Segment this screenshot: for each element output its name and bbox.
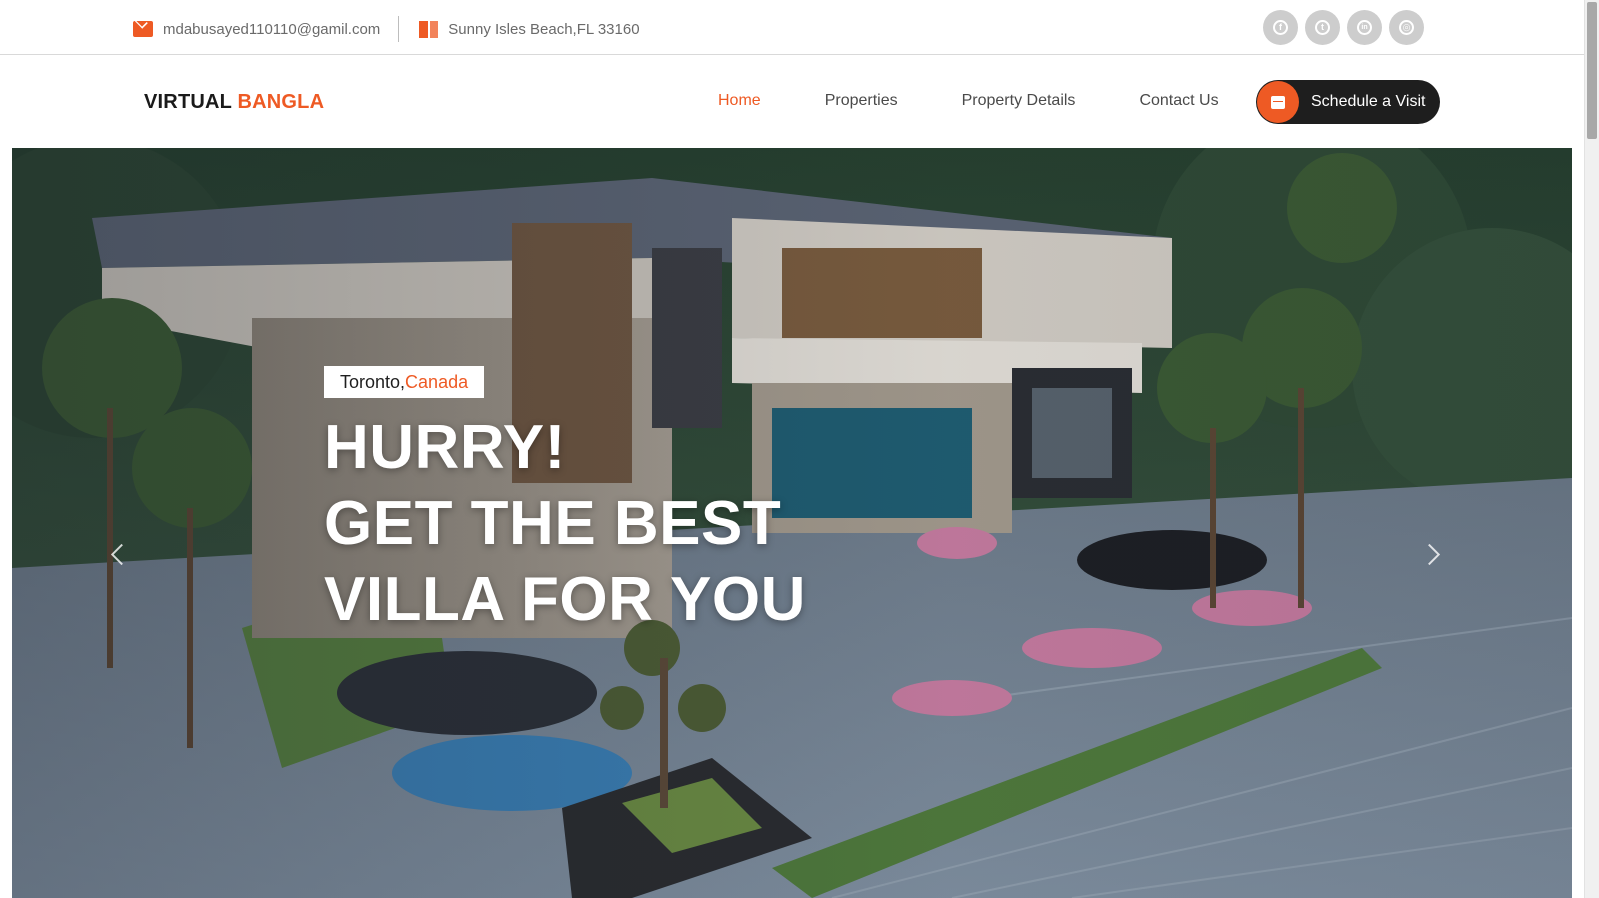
headline-line-1: HURRY!: [324, 413, 566, 482]
brand-part2: BANGLA: [237, 91, 325, 113]
location-country: Canada: [405, 371, 469, 392]
instagram-glyph: ◎: [1399, 20, 1414, 35]
main-navbar: VIRTUAL BANGLA Home Properties Property …: [0, 56, 1584, 146]
facebook-glyph: f: [1273, 20, 1288, 35]
page-scrollbar[interactable]: [1584, 0, 1599, 898]
facebook-icon[interactable]: f: [1263, 10, 1298, 45]
linkedin-glyph: in: [1357, 20, 1372, 35]
location-city: Toronto,: [340, 371, 406, 392]
social-links: f t in ◎: [1263, 10, 1424, 45]
headline-line-3: VILLA FOR YOU: [324, 565, 806, 634]
nav-home[interactable]: Home: [718, 92, 761, 110]
brand-logo[interactable]: VIRTUAL BANGLA: [144, 91, 324, 114]
calendar-icon-wrap: [1257, 81, 1299, 123]
headline-line-2: GET THE BEST: [324, 489, 782, 558]
chevron-right-icon[interactable]: [1422, 543, 1444, 565]
page: mdabusayed110110@gamil.com Sunny Isles B…: [0, 0, 1599, 898]
hero-headline: HURRY! GET THE BEST VILLA FOR YOU: [324, 410, 806, 638]
chevron-left-icon[interactable]: [108, 543, 130, 565]
twitter-icon[interactable]: t: [1305, 10, 1340, 45]
location-text: Sunny Isles Beach,FL 33160: [448, 20, 640, 38]
contact-info: mdabusayed110110@gamil.com Sunny Isles B…: [133, 16, 640, 42]
schedule-visit-label: Schedule a Visit: [1311, 93, 1426, 110]
primary-nav: Home Properties Property Details Contact…: [718, 92, 1219, 110]
location-item: Sunny Isles Beach,FL 33160: [419, 20, 640, 38]
brand-part1: VIRTUAL: [144, 91, 232, 113]
twitter-glyph: t: [1315, 20, 1330, 35]
nav-property-details[interactable]: Property Details: [962, 92, 1076, 110]
calendar-icon: [1271, 95, 1285, 109]
location-tag: Toronto, Canada: [324, 366, 485, 398]
email-text[interactable]: mdabusayed110110@gamil.com: [163, 21, 380, 38]
nav-contact-us[interactable]: Contact Us: [1139, 92, 1218, 110]
contact-divider: [398, 16, 400, 42]
hero-slider: Toronto, Canada HURRY! GET THE BEST VILLA…: [12, 148, 1572, 898]
linkedin-icon[interactable]: in: [1347, 10, 1382, 45]
schedule-visit-button[interactable]: Schedule a Visit: [1256, 80, 1440, 124]
top-info-bar: mdabusayed110110@gamil.com Sunny Isles B…: [0, 0, 1584, 55]
scrollbar-thumb[interactable]: [1587, 2, 1597, 139]
instagram-icon[interactable]: ◎: [1389, 10, 1424, 45]
email-item[interactable]: mdabusayed110110@gamil.com: [133, 21, 380, 38]
envelope-icon: [133, 21, 153, 37]
nav-properties[interactable]: Properties: [825, 92, 898, 110]
map-icon: [419, 20, 439, 38]
